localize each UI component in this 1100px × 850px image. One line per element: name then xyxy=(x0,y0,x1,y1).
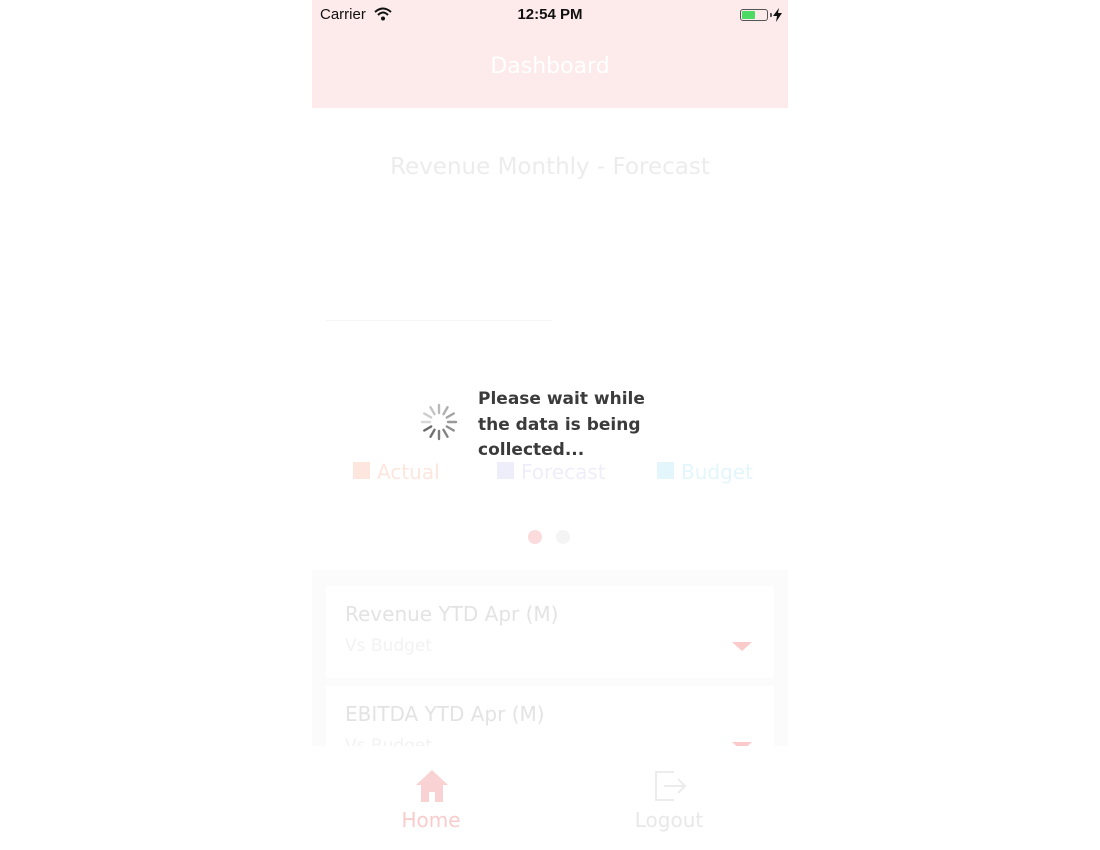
tab-logout[interactable]: Logout xyxy=(550,746,788,850)
battery-icon xyxy=(740,9,768,21)
page-dot[interactable] xyxy=(528,530,542,544)
battery-tip xyxy=(770,13,772,17)
summary-list: Revenue YTD Apr (M) Vs Budget EBITDA YTD… xyxy=(312,570,788,778)
loading-message: Please wait while the data is being coll… xyxy=(478,389,645,460)
status-time: 12:54 PM xyxy=(517,6,583,23)
tab-bar: Home Logout xyxy=(312,746,788,850)
spinner-spoke xyxy=(442,406,449,416)
spinner-spoke xyxy=(429,428,436,438)
spinner-spoke xyxy=(423,412,433,419)
nav-bar: Dashboard xyxy=(312,30,788,108)
card-title: EBITDA YTD Apr (M) xyxy=(345,702,545,726)
chart-axis-line xyxy=(326,320,552,321)
home-icon xyxy=(416,770,448,802)
chevron-down-icon[interactable] xyxy=(732,642,752,651)
spinner-spoke xyxy=(429,406,436,416)
card-title: Revenue YTD Apr (M) xyxy=(345,602,559,626)
summary-card-revenue[interactable]: Revenue YTD Apr (M) Vs Budget xyxy=(326,586,774,678)
tab-home-label: Home xyxy=(401,808,461,832)
logout-icon xyxy=(655,771,687,801)
page-title: Dashboard xyxy=(490,54,610,79)
loading-indicator: Please wait while the data is being coll… xyxy=(420,387,680,467)
spinner-spoke xyxy=(423,425,433,432)
chart-title: Revenue Monthly - Forecast xyxy=(390,154,710,180)
legend-swatch xyxy=(353,462,370,479)
spinner-spoke xyxy=(445,425,455,432)
page-dot[interactable] xyxy=(556,530,570,544)
legend-label: Budget xyxy=(681,460,753,484)
status-bar: Carrier 12:54 PM xyxy=(312,0,788,30)
card-subtitle: Vs Budget xyxy=(345,636,433,656)
spinner-spoke xyxy=(445,412,455,419)
spinner-icon xyxy=(420,403,458,441)
tab-logout-label: Logout xyxy=(634,808,704,832)
tab-home[interactable]: Home xyxy=(312,746,550,850)
spinner-spoke xyxy=(442,428,449,438)
charging-bolt-icon xyxy=(773,8,782,22)
